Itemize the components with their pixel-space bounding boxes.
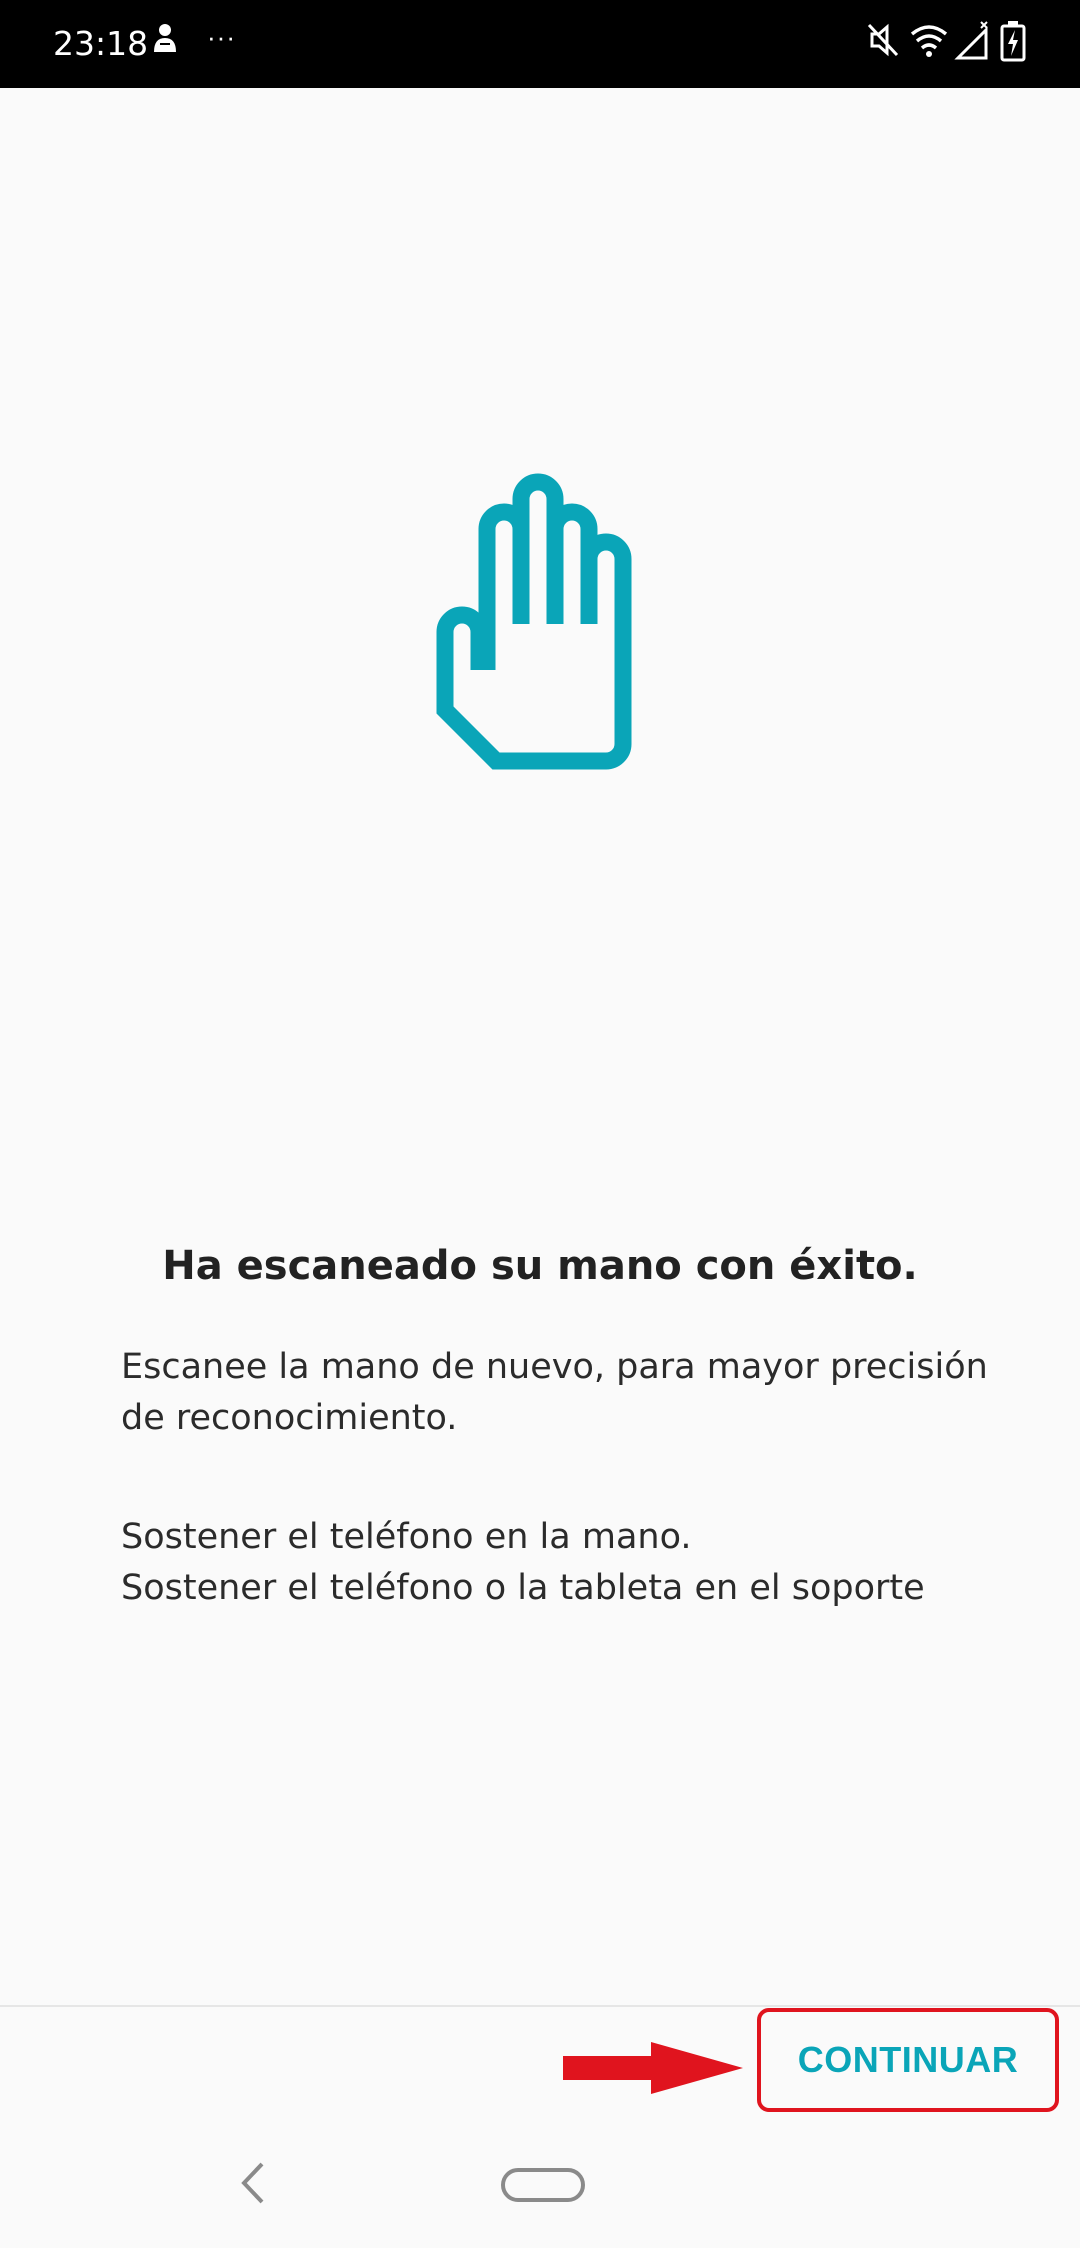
option-hand-line: Sostener el teléfono en la mano. [121, 1517, 692, 1557]
footer-divider [0, 2005, 1080, 2007]
status-bar: 23:18 ··· [0, 0, 1080, 88]
signal-icon [954, 21, 988, 60]
mute-icon [867, 23, 899, 57]
description: Escanee la mano de nuevo, para mayor pre… [121, 1342, 988, 1444]
page-title: Ha escaneado su mano con éxito. [162, 1243, 918, 1289]
red-arrow-annotation [563, 2042, 743, 2094]
option-stand-line: Sostener el teléfono o la tableta en el … [121, 1568, 925, 1608]
hand-icon [436, 473, 632, 770]
home-nav-button[interactable] [501, 2168, 585, 2202]
status-time: 23:18 [53, 24, 149, 63]
battery-charging-icon [1000, 21, 1026, 62]
description-line: de reconocimiento. [121, 1398, 458, 1438]
more-notifications-indicator: ··· [207, 22, 236, 52]
back-nav-icon[interactable] [234, 2158, 274, 2208]
continue-button[interactable]: CONTINUAR [757, 2008, 1059, 2112]
options-text: Sostener el teléfono en la mano. Sostene… [121, 1512, 971, 1614]
notification-person-icon [154, 24, 176, 52]
wifi-icon [910, 25, 948, 57]
description-line: Escanee la mano de nuevo, para mayor pre… [121, 1347, 988, 1387]
